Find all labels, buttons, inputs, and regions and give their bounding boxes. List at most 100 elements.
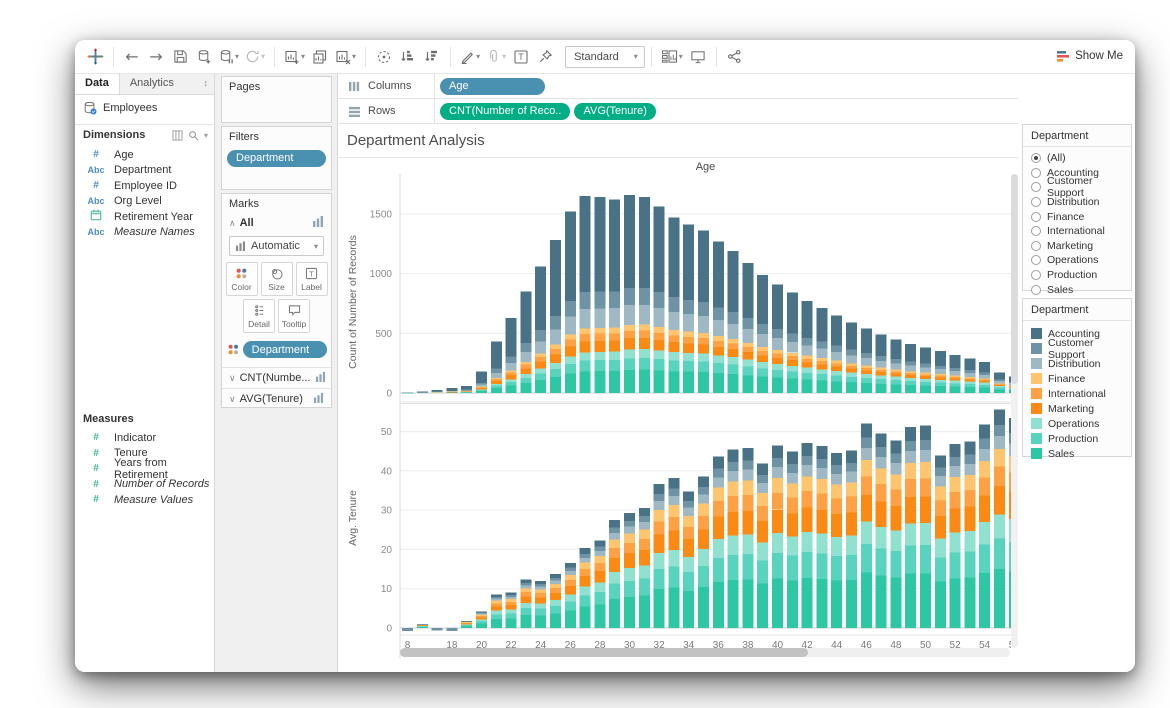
- filter-option-customersupport[interactable]: Customer Support: [1023, 180, 1131, 195]
- sort-ascending-button[interactable]: [396, 44, 420, 70]
- vertical-scrollbar-thumb[interactable]: [1011, 174, 1018, 384]
- color-button[interactable]: Color: [226, 262, 258, 296]
- column-field-header[interactable]: Age: [400, 161, 1011, 173]
- marks-field-cnt[interactable]: ∨ CNT(Numbe...: [222, 367, 331, 388]
- highlight-pen-button[interactable]: ▾: [457, 44, 483, 70]
- filter-option-international[interactable]: International: [1023, 224, 1131, 239]
- run-updates-button[interactable]: ▾: [242, 44, 268, 70]
- horizontal-scrollbar[interactable]: [400, 648, 1010, 657]
- mark-type-dropdown[interactable]: Automatic ▾: [229, 236, 324, 256]
- bar-segment: [565, 317, 576, 335]
- pane-options-icon[interactable]: ↕: [204, 74, 215, 94]
- legend-item-sales[interactable]: Sales: [1023, 446, 1131, 461]
- bar-segment: [950, 378, 961, 380]
- bar-segment: [890, 454, 901, 463]
- pause-updates-button[interactable]: ▾: [216, 44, 242, 70]
- horizontal-scrollbar-thumb[interactable]: [400, 648, 808, 657]
- bar-segment: [861, 477, 872, 495]
- field-item[interactable]: #Measure Values: [75, 492, 214, 508]
- bar-segment: [461, 392, 472, 393]
- field-item[interactable]: Retirement Year: [75, 209, 214, 225]
- field-item[interactable]: #Years from Retirement: [75, 461, 214, 477]
- bar-segment: [772, 458, 783, 467]
- search-icon[interactable]: [188, 130, 199, 141]
- show-hide-cards-button[interactable]: ▾: [658, 44, 686, 70]
- filter-pill-department[interactable]: Department: [227, 150, 326, 167]
- rows-pill-cnt[interactable]: CNT(Number of Reco..: [440, 103, 570, 120]
- bar-segment: [609, 572, 620, 584]
- field-item[interactable]: #Age: [75, 147, 214, 163]
- filter-option-sales[interactable]: Sales: [1023, 282, 1131, 297]
- field-item[interactable]: AbcDepartment: [75, 163, 214, 179]
- filter-option-operations[interactable]: Operations: [1023, 253, 1131, 268]
- size-button[interactable]: Size: [261, 262, 293, 296]
- bar-segment: [713, 477, 724, 487]
- field-item[interactable]: #Indicator: [75, 430, 214, 446]
- columns-pill-age[interactable]: Age: [440, 78, 545, 95]
- bar-segment: [920, 496, 931, 522]
- filter-option-all[interactable]: (All): [1023, 151, 1131, 166]
- legend-item-customer-support[interactable]: Customer Support: [1023, 341, 1131, 356]
- datasource-row[interactable]: Employees: [83, 101, 157, 115]
- save-button[interactable]: [168, 44, 192, 70]
- view-as-grid-icon[interactable]: [172, 130, 183, 141]
- bar-segment: [580, 587, 591, 596]
- bar-segment: [890, 371, 901, 373]
- sheet-title[interactable]: Department Analysis: [347, 132, 485, 149]
- sort-descending-button[interactable]: [420, 44, 444, 70]
- redo-button[interactable]: →: [144, 44, 168, 70]
- bar-segment: [890, 363, 901, 369]
- legend-item-finance[interactable]: Finance: [1023, 371, 1131, 386]
- bar-segment: [594, 571, 605, 582]
- bar-segment: [772, 284, 783, 329]
- vertical-scrollbar[interactable]: [1011, 174, 1018, 648]
- bar-segment: [550, 584, 561, 588]
- bar-segment: [476, 613, 487, 614]
- fit-dropdown[interactable]: Standard ▾: [565, 46, 645, 68]
- bar-segment: [580, 196, 591, 292]
- filter-option-marketing[interactable]: Marketing: [1023, 239, 1131, 254]
- presentation-mode-button[interactable]: [686, 44, 710, 70]
- duplicate-sheet-button[interactable]: [308, 44, 332, 70]
- tab-data[interactable]: Data: [75, 74, 120, 94]
- rows-pill-avg[interactable]: AVG(Tenure): [574, 103, 655, 120]
- tenure-chart-pane[interactable]: 01020304050Avg. Tenure818202224262830323…: [338, 403, 1018, 658]
- bar-segment: [757, 377, 768, 393]
- new-datasource-button[interactable]: [192, 44, 216, 70]
- legend-item-production[interactable]: Production: [1023, 431, 1131, 446]
- marks-field-avg[interactable]: ∨ AVG(Tenure): [222, 388, 331, 409]
- undo-button[interactable]: ←: [120, 44, 144, 70]
- bar-segment: [994, 425, 1005, 436]
- filter-option-production[interactable]: Production: [1023, 268, 1131, 283]
- legend-item-marketing[interactable]: Marketing: [1023, 401, 1131, 416]
- marks-pill-department[interactable]: Department: [243, 341, 327, 358]
- tooltip-button[interactable]: Tooltip: [278, 299, 310, 333]
- field-item[interactable]: #Number of Records: [75, 477, 214, 493]
- label-button[interactable]: T Label: [296, 262, 328, 296]
- show-me-button[interactable]: Show Me: [1056, 44, 1123, 68]
- bar-segment: [935, 386, 946, 393]
- filter-option-finance[interactable]: Finance: [1023, 209, 1131, 224]
- bar-segment: [920, 376, 931, 379]
- bar-segment: [594, 582, 605, 592]
- bar-segment: [757, 506, 768, 521]
- bar-segment: [506, 386, 517, 393]
- detail-button[interactable]: Detail: [243, 299, 275, 333]
- clear-sheet-button[interactable]: ▾: [332, 44, 359, 70]
- count-chart-pane[interactable]: 050010001500Count of Number of Records: [338, 174, 1018, 403]
- field-item[interactable]: AbcOrg Level: [75, 194, 214, 210]
- share-button[interactable]: [723, 44, 747, 70]
- tab-analytics[interactable]: Analytics: [120, 74, 184, 94]
- marks-all-row[interactable]: ∧ All: [222, 210, 331, 230]
- bar-segment: [979, 449, 990, 461]
- legend-item-international[interactable]: International: [1023, 386, 1131, 401]
- new-worksheet-button[interactable]: ▾: [281, 44, 308, 70]
- fix-axes-pin-button[interactable]: [533, 44, 557, 70]
- field-item[interactable]: AbcMeasure Names: [75, 225, 214, 241]
- paperclip-button[interactable]: ▾: [483, 44, 509, 70]
- show-mark-labels-button[interactable]: T: [509, 44, 533, 70]
- legend-item-operations[interactable]: Operations: [1023, 416, 1131, 431]
- field-item[interactable]: #Employee ID: [75, 178, 214, 194]
- chevron-down-icon[interactable]: ▾: [204, 131, 208, 140]
- group-members-button[interactable]: [372, 44, 396, 70]
